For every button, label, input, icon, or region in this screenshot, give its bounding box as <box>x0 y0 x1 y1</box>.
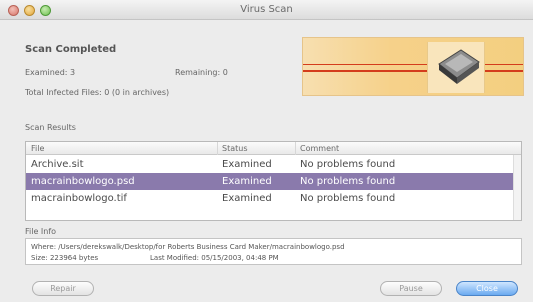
file-name: macrainbowlogo.psd <box>31 176 135 187</box>
file-name: Archive.sit <box>31 159 84 170</box>
scan-status-heading: Scan Completed <box>25 44 117 55</box>
infected-files-summary: Total Infected Files: 0 (0 in archives) <box>25 88 170 97</box>
repair-button[interactable]: Repair <box>32 281 94 296</box>
file-size: Size: 223964 bytes <box>31 254 99 262</box>
file-name: macrainbowlogo.tif <box>31 193 127 204</box>
file-info-label: File Info <box>25 227 57 236</box>
scan-results-label: Scan Results <box>25 123 76 132</box>
pause-button[interactable]: Pause <box>380 281 442 296</box>
window-title: Virus Scan <box>240 4 293 15</box>
title-bar[interactable]: Virus Scan <box>0 0 533 20</box>
hard-drive-icon <box>438 49 480 84</box>
table-header: File Status Comment <box>26 142 521 155</box>
file-comment: No problems found <box>300 193 396 204</box>
column-header-file[interactable]: File <box>31 144 44 153</box>
file-comment: No problems found <box>300 159 396 170</box>
file-info-box: Where: /Users/derekswalk/Desktop/for Rob… <box>25 238 522 265</box>
file-status: Examined <box>222 159 272 170</box>
vertical-scrollbar[interactable] <box>513 155 521 220</box>
table-row[interactable]: Archive.sit Examined No problems found <box>26 156 513 173</box>
remaining-count: Remaining: 0 <box>175 68 228 77</box>
file-status: Examined <box>222 193 272 204</box>
file-location: Where: /Users/derekswalk/Desktop/for Rob… <box>31 243 345 251</box>
column-header-comment[interactable]: Comment <box>300 144 339 153</box>
examined-count: Examined: 3 <box>25 68 76 77</box>
table-row[interactable]: macrainbowlogo.tif Examined No problems … <box>26 190 513 207</box>
virus-scan-window: Virus Scan Scan Completed Examined: 3 Re… <box>0 0 533 302</box>
file-last-modified: Last Modified: 05/15/2003, 04:48 PM <box>150 254 279 262</box>
scan-banner <box>302 37 524 96</box>
column-divider <box>217 142 218 155</box>
file-status: Examined <box>222 176 272 187</box>
close-button[interactable]: Close <box>456 281 518 296</box>
column-divider <box>295 142 296 155</box>
table-row-selected[interactable]: macrainbowlogo.psd Examined No problems … <box>26 173 513 190</box>
scan-results-table: File Status Comment Archive.sit Examined… <box>25 141 522 221</box>
column-header-status[interactable]: Status <box>222 144 248 153</box>
banner-stripe <box>303 70 523 72</box>
file-comment: No problems found <box>300 176 396 187</box>
banner-stripe <box>303 64 523 65</box>
